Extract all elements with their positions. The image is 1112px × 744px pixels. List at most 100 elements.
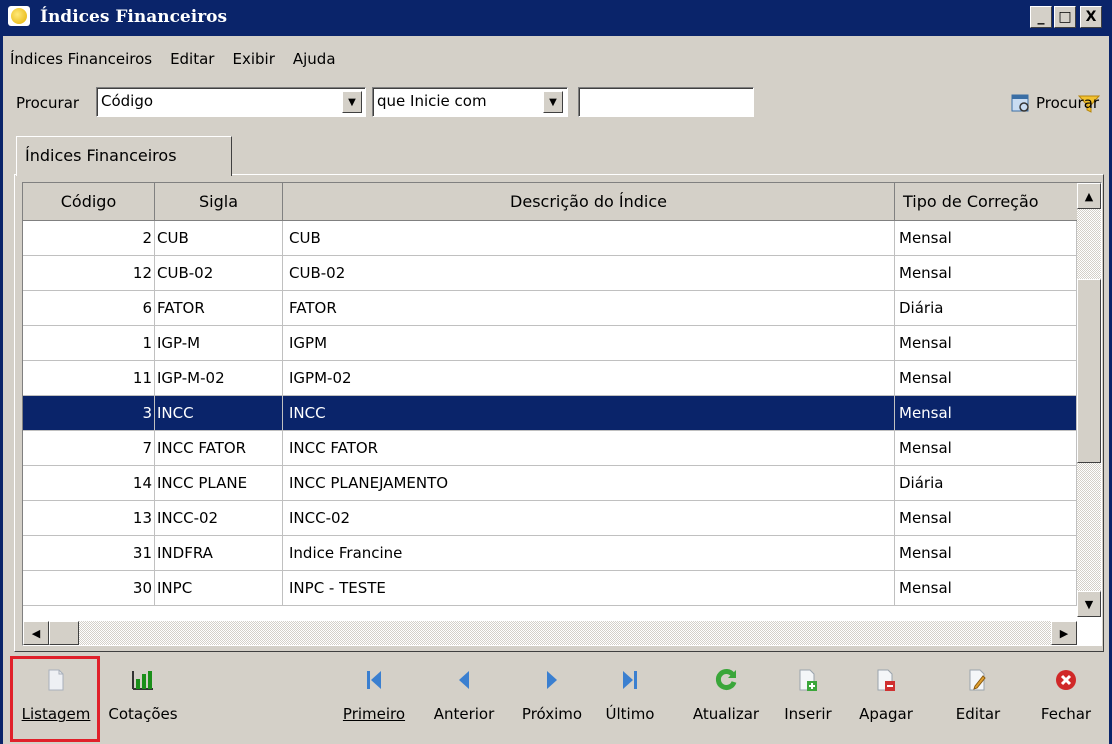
cell-codigo: 7 [23,431,155,466]
close-window-button[interactable]: X [1080,6,1102,28]
search-button-label: Procurar [1036,94,1100,112]
delete-document-icon [875,666,897,694]
scroll-right-button[interactable]: ▶ [1051,621,1077,645]
table-row[interactable]: 7 INCC FATOR INCC FATOR Mensal [23,431,1077,466]
vertical-scrollbar[interactable]: ▲ ▼ [1077,183,1101,617]
cell-descricao: INPC - TESTE [283,571,895,606]
table-row[interactable]: 12 CUB-02 CUB-02 Mensal [23,256,1077,291]
cell-tipo: Diária [895,466,1077,501]
cell-descricao: INCC-02 [283,501,895,536]
proximo-button[interactable]: Próximo [514,666,590,736]
cell-tipo: Mensal [895,256,1077,291]
cell-sigla: INPC [155,571,283,606]
table-row[interactable]: 1 IGP-M IGPM Mensal [23,326,1077,361]
cell-descricao: INCC [283,396,895,431]
minimize-button[interactable]: _ [1030,6,1052,28]
cell-sigla: CUB-02 [155,256,283,291]
column-header-sigla[interactable]: Sigla [155,183,283,221]
cell-sigla: INCC [155,396,283,431]
editar-button[interactable]: Editar [948,666,1008,736]
cell-codigo: 6 [23,291,155,326]
atualizar-button[interactable]: Atualizar [682,666,770,736]
table-row[interactable]: 3 INCC INCC Mensal [23,396,1077,431]
search-button[interactable]: Procurar [1010,88,1106,118]
search-condition-select[interactable]: que Inicie com [372,87,568,117]
window-title: Índices Financeiros [40,7,228,27]
search-field-select[interactable]: Código [96,87,366,117]
vertical-scroll-thumb[interactable] [1077,279,1101,463]
listagem-label: Listagem [21,705,91,723]
cell-tipo: Mensal [895,501,1077,536]
column-header-descricao[interactable]: Descrição do Índice [283,183,895,221]
cell-descricao: CUB-02 [283,256,895,291]
cell-sigla: FATOR [155,291,283,326]
cell-sigla: IGP-M [155,326,283,361]
inserir-label: Inserir [784,705,832,723]
cell-tipo: Diária [895,291,1077,326]
cell-codigo: 11 [23,361,155,396]
cell-tipo: Mensal [895,326,1077,361]
cell-sigla: IGP-M-02 [155,361,283,396]
edit-document-icon [967,666,989,694]
cotacoes-button[interactable]: Cotações [102,666,184,736]
table-row[interactable]: 6 FATOR FATOR Diária [23,291,1077,326]
cell-codigo: 12 [23,256,155,291]
insert-document-icon [797,666,819,694]
cell-sigla: INCC FATOR [155,431,283,466]
cell-tipo: Mensal [895,361,1077,396]
search-field-value: Código [101,92,154,110]
menu-exibir[interactable]: Exibir [232,46,274,72]
table-row[interactable]: 2 CUB CUB Mensal [23,221,1077,256]
inserir-button[interactable]: Inserir [776,666,840,736]
cell-tipo: Mensal [895,431,1077,466]
previous-record-icon [455,666,473,694]
menu-indices-financeiros[interactable]: Índices Financeiros [10,46,152,72]
cell-sigla: INCC-02 [155,501,283,536]
cell-descricao: INCC PLANEJAMENTO [283,466,895,501]
anterior-button[interactable]: Anterior [424,666,504,736]
cell-descricao: INCC FATOR [283,431,895,466]
ultimo-label: Último [605,705,655,723]
search-condition-value: que Inicie com [377,92,487,110]
cell-tipo: Mensal [895,396,1077,431]
fechar-button[interactable]: Fechar [1030,666,1102,736]
table-row[interactable]: 11 IGP-M-02 IGPM-02 Mensal [23,361,1077,396]
cotacoes-label: Cotações [108,705,178,723]
close-icon [1055,666,1077,694]
column-header-codigo[interactable]: Código [23,183,155,221]
editar-label: Editar [955,705,1001,723]
tab-indices-financeiros[interactable]: Índices Financeiros [16,136,232,176]
cell-sigla: CUB [155,221,283,256]
cell-codigo: 1 [23,326,155,361]
menu-editar[interactable]: Editar [170,46,214,72]
data-grid[interactable]: Código Sigla Descrição do Índice Tipo de… [22,182,1102,646]
column-header-tipo[interactable]: Tipo de Correção [895,183,1083,221]
chevron-down-icon[interactable]: ▼ [342,91,362,113]
table-row[interactable]: 13 INCC-02 INCC-02 Mensal [23,501,1077,536]
maximize-button[interactable]: □ [1054,6,1076,28]
cell-codigo: 3 [23,396,155,431]
horizontal-scrollbar[interactable]: ◀ ▶ [23,621,1077,645]
apagar-button[interactable]: Apagar [852,666,920,736]
proximo-label: Próximo [521,705,583,723]
cell-descricao: IGPM-02 [283,361,895,396]
search-text-input[interactable] [578,87,754,117]
ultimo-button[interactable]: Último [598,666,662,736]
table-row[interactable]: 30 INPC INPC - TESTE Mensal [23,571,1077,606]
scroll-up-button[interactable]: ▲ [1077,183,1101,209]
cell-descricao: CUB [283,221,895,256]
table-row[interactable]: 31 INDFRA Indice Francine Mensal [23,536,1077,571]
cell-tipo: Mensal [895,536,1077,571]
scroll-left-button[interactable]: ◀ [23,621,49,645]
menu-ajuda[interactable]: Ajuda [293,46,336,72]
next-record-icon [543,666,561,694]
chevron-down-icon[interactable]: ▼ [543,91,563,113]
cell-sigla: INDFRA [155,536,283,571]
listagem-button[interactable]: Listagem [16,666,96,736]
apagar-label: Apagar [859,705,913,723]
scroll-down-button[interactable]: ▼ [1077,591,1101,617]
table-row[interactable]: 14 INCC PLANE INCC PLANEJAMENTO Diária [23,466,1077,501]
grid-header: Código Sigla Descrição do Índice Tipo de… [23,183,1083,221]
horizontal-scroll-thumb[interactable] [49,621,79,645]
primeiro-button[interactable]: Primeiro [338,666,410,736]
